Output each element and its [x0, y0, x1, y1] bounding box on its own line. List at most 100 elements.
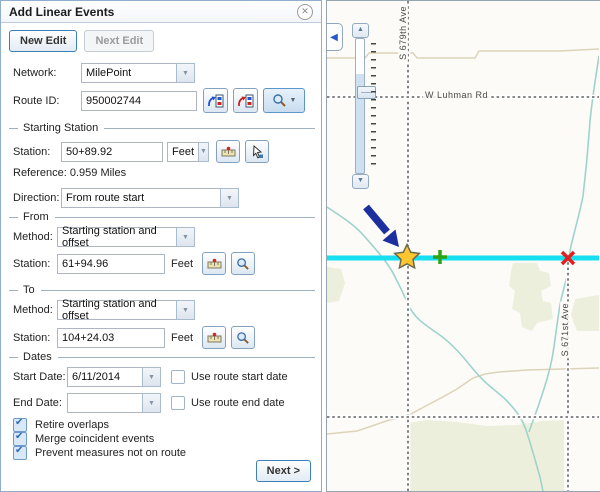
to-station-input[interactable]: 104+24.03 [57, 328, 165, 348]
field-polygon [327, 267, 345, 303]
from-station-input[interactable]: 61+94.96 [57, 254, 165, 274]
chevron-left-icon: ◀ [330, 32, 338, 43]
from-method-value: Starting station and offset [57, 227, 176, 247]
select-route-blue-arrow-icon [207, 93, 224, 109]
merge-coincident-events-checkbox[interactable] [13, 432, 27, 446]
from-units-label: Feet [171, 258, 193, 270]
panel-header: Add Linear Events ✕ [1, 1, 321, 23]
road-label-s-671st-ave: S 671st Ave [560, 301, 570, 358]
ss-units-value: Feet [167, 142, 198, 162]
from-legend-text: From [23, 211, 49, 223]
start-date-combobox[interactable]: 6/11/2014 ▼ [67, 367, 161, 387]
chevron-down-icon[interactable]: ▼ [176, 63, 195, 83]
starting-station-legend: Starting Station [9, 122, 315, 134]
starting-station-legend-text: Starting Station [23, 122, 98, 134]
route-id-label: Route ID: [13, 95, 81, 107]
chevron-down-icon[interactable]: ▼ [176, 227, 195, 247]
ss-units-combobox[interactable]: Feet ▼ [167, 142, 209, 162]
chevron-down-icon[interactable]: ▼ [142, 367, 161, 387]
from-station-label: Station: [13, 258, 57, 270]
direction-combobox[interactable]: From route start ▼ [61, 188, 239, 208]
chevron-down-icon[interactable]: ▼ [220, 188, 239, 208]
add-linear-events-panel: Add Linear Events ✕ New Edit Next Edit N… [0, 0, 322, 492]
road-label-w-luhman-rd: W Luhman Rd [423, 90, 490, 100]
prevent-measures-label: Prevent measures not on route [35, 447, 186, 459]
collapse-panel-button[interactable]: ◀ [326, 23, 343, 51]
to-units-label: Feet [171, 332, 193, 344]
retire-overlaps-label: Retire overlaps [35, 419, 109, 431]
application-window: Add Linear Events ✕ New Edit Next Edit N… [0, 0, 600, 492]
prevent-measures-checkbox[interactable] [13, 446, 27, 460]
search-icon [236, 331, 250, 345]
retire-overlaps-checkbox[interactable] [13, 418, 27, 432]
network-value: MilePoint [81, 63, 176, 83]
dates-legend-text: Dates [23, 351, 52, 363]
network-label: Network: [13, 67, 81, 79]
to-station-locate-button[interactable] [202, 326, 226, 349]
from-search-button[interactable] [231, 252, 255, 275]
pointer-select-icon [251, 145, 264, 159]
network-combobox[interactable]: MilePoint ▼ [81, 63, 195, 83]
chevron-down-icon[interactable]: ▼ [176, 300, 195, 320]
station-ruler-icon [207, 258, 222, 270]
road-label-s-679th-ave: S 679th Ave [398, 4, 408, 62]
to-legend-text: To [23, 284, 35, 296]
ss-station-label: Station: [13, 146, 61, 158]
start-date-label: Start Date: [13, 371, 67, 383]
annotation-arrow-icon [366, 207, 399, 247]
to-method-label: Method: [13, 304, 57, 316]
next-button[interactable]: Next > [256, 460, 311, 482]
end-date-combobox[interactable]: ▼ [67, 393, 161, 413]
field-polygon [571, 295, 599, 331]
ss-station-input[interactable]: 50+89.92 [61, 142, 163, 162]
chevron-down-icon[interactable]: ▼ [142, 393, 161, 413]
use-route-start-date-checkbox[interactable] [171, 370, 185, 384]
merge-coincident-events-label: Merge coincident events [35, 433, 154, 445]
dates-legend: Dates [9, 351, 315, 363]
clear-route-selection-button[interactable] [233, 88, 258, 113]
to-station-label: Station: [13, 332, 57, 344]
use-route-end-date-label: Use route end date [191, 397, 285, 409]
route-id-input[interactable]: 950002744 [81, 91, 197, 111]
use-route-end-date-checkbox[interactable] [171, 396, 185, 410]
to-search-button[interactable] [231, 326, 255, 349]
zoom-slider-track[interactable] [355, 38, 365, 174]
close-icon[interactable]: ✕ [297, 4, 313, 20]
start-date-value: 6/11/2014 [67, 367, 142, 387]
clear-route-red-arrow-icon [237, 93, 254, 109]
plus-marker-icon [433, 250, 447, 264]
to-method-combobox[interactable]: Starting station and offset ▼ [57, 300, 195, 320]
next-edit-button[interactable]: Next Edit [84, 30, 154, 52]
zoom-slider[interactable]: ▲ ▼ [349, 23, 379, 189]
direction-value: From route start [61, 188, 220, 208]
field-polygon [509, 263, 553, 331]
from-method-label: Method: [13, 231, 57, 243]
end-date-value [67, 393, 142, 413]
zoom-slider-ticks [371, 43, 376, 169]
station-ruler-icon [207, 332, 222, 344]
end-date-label: End Date: [13, 397, 67, 409]
search-icon [272, 93, 287, 108]
star-marker-icon [395, 245, 420, 268]
from-station-locate-button[interactable] [202, 252, 226, 275]
reference-text: Reference: 0.959 Miles [13, 167, 126, 179]
ss-station-locate-button[interactable] [216, 140, 240, 163]
search-icon [236, 257, 250, 271]
zoom-in-button[interactable]: ▲ [352, 23, 369, 38]
caret-down-icon: ▼ [290, 97, 297, 104]
chevron-down-icon[interactable]: ▼ [198, 142, 209, 162]
new-edit-button[interactable]: New Edit [9, 30, 77, 52]
use-route-start-date-label: Use route start date [191, 371, 288, 383]
to-legend: To [9, 284, 315, 296]
station-ruler-icon [221, 146, 236, 158]
direction-label: Direction: [13, 192, 61, 204]
route-search-dropdown-button[interactable]: ▼ [263, 88, 305, 113]
from-legend: From [9, 211, 315, 223]
select-route-on-map-button[interactable] [203, 88, 228, 113]
zoom-out-button[interactable]: ▼ [352, 174, 369, 189]
panel-title: Add Linear Events [9, 5, 297, 19]
ss-pick-on-map-button[interactable] [245, 140, 269, 163]
map-canvas[interactable]: W Luhman Rd S 679th Ave S 671st Ave ◀ ▲ … [326, 0, 600, 492]
from-method-combobox[interactable]: Starting station and offset ▼ [57, 227, 195, 247]
to-method-value: Starting station and offset [57, 300, 176, 320]
